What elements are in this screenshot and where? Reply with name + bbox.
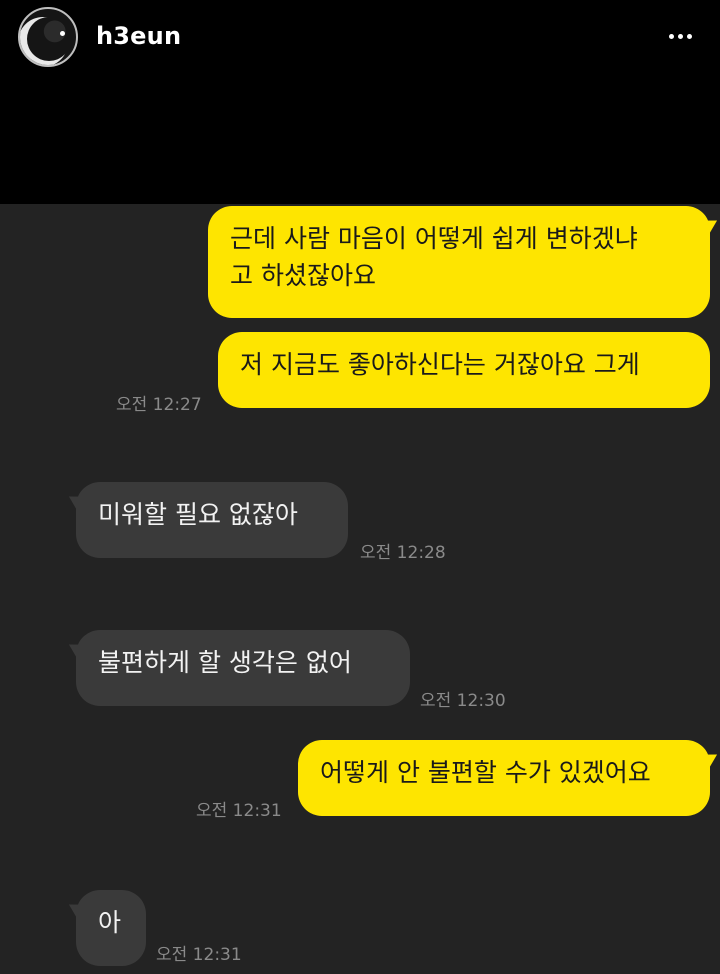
message-time: 오전 12:30 bbox=[420, 691, 506, 711]
message-bubble-outgoing: 저 지금도 좋아하신다는 거잖아요 그게 bbox=[218, 332, 710, 408]
message-bubble-incoming: 미워할 필요 없잖아 bbox=[76, 482, 348, 558]
message-time: 오전 12:31 bbox=[156, 945, 242, 965]
message-bubble-outgoing: 어떻게 안 불편할 수가 있겠어요 bbox=[298, 740, 710, 816]
more-options-icon[interactable] bbox=[662, 24, 698, 48]
star-icon bbox=[60, 31, 65, 36]
post-header: h3eun bbox=[0, 0, 720, 84]
username[interactable]: h3eun bbox=[96, 22, 181, 50]
message-time: 오전 12:27 bbox=[116, 395, 202, 415]
message-bubble-incoming: 아 bbox=[76, 890, 146, 966]
chat-screenshot: 근데 사람 마음이 어떻게 쉽게 변하겠냐 고 하셨잖아요 저 지금도 좋아하신… bbox=[0, 204, 720, 974]
dot-icon bbox=[686, 33, 692, 39]
message-bubble-incoming: 불편하게 할 생각은 없어 bbox=[76, 630, 410, 706]
avatar[interactable] bbox=[18, 7, 78, 67]
message-time: 오전 12:31 bbox=[196, 801, 282, 821]
dot-icon bbox=[677, 33, 683, 39]
message-time: 오전 12:28 bbox=[360, 543, 446, 563]
moon-icon bbox=[27, 17, 71, 61]
dot-icon bbox=[668, 33, 674, 39]
message-bubble-outgoing: 근데 사람 마음이 어떻게 쉽게 변하겠냐 고 하셨잖아요 bbox=[208, 206, 710, 318]
